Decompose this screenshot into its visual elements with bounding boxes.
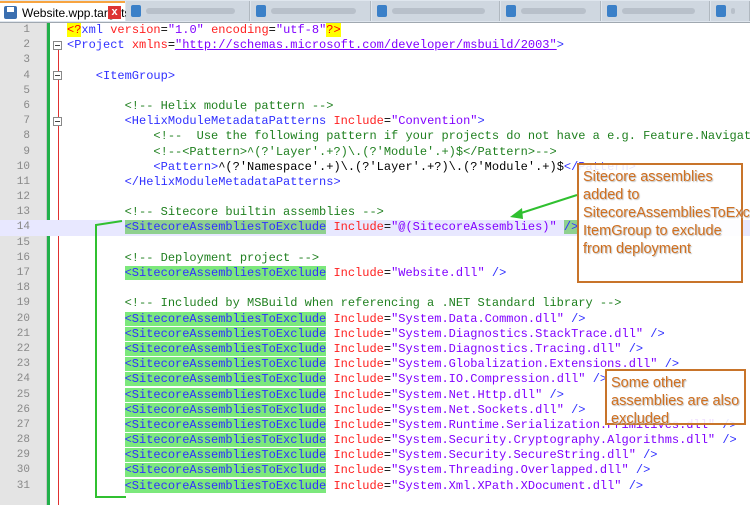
bracket-line (95, 220, 126, 498)
callout-other-assemblies: Some other assemblies are also excluded (605, 369, 746, 427)
arrow-head-icon (510, 208, 523, 219)
arrow-line (517, 194, 578, 215)
callout-sitecore-assemblies: Sitecore assemblies added to SitecoreAss… (577, 163, 750, 283)
